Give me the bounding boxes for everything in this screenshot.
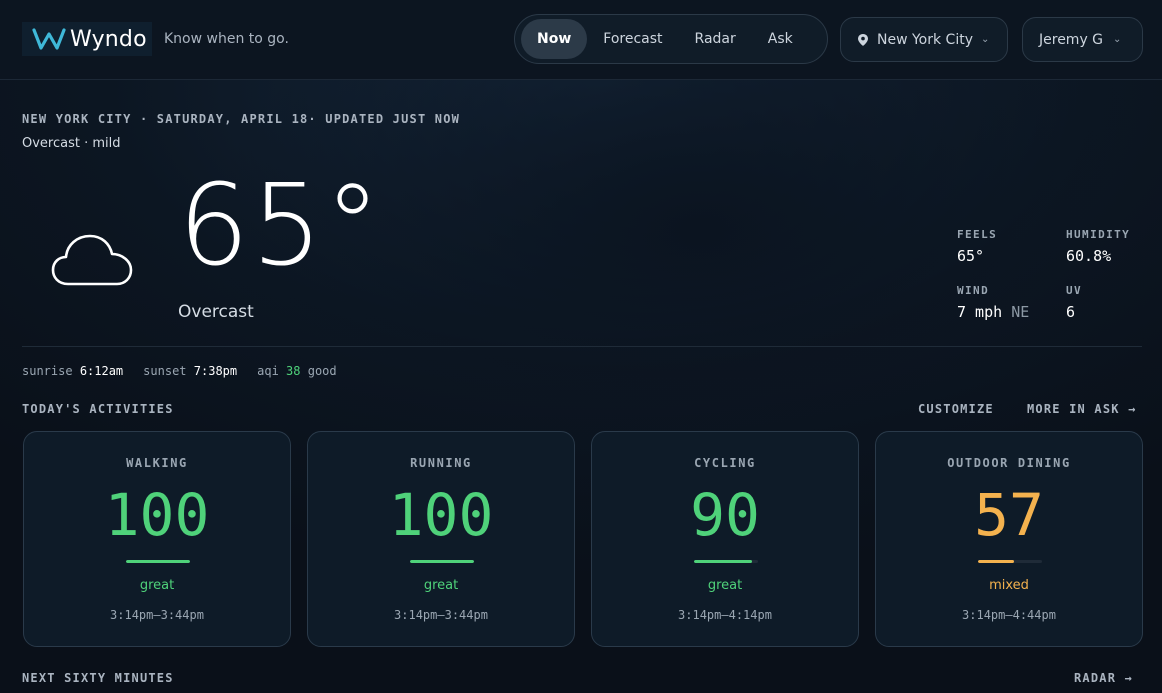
top-bar: Wyndo Know when to go. Now Forecast Rada… — [0, 0, 1162, 80]
stat-humidity: HUMIDITY 60.8% — [1066, 228, 1130, 265]
aqi-description: good — [307, 364, 337, 378]
stat-label: FEELS — [957, 228, 998, 241]
sunset: sunset 7:38pm — [143, 364, 237, 378]
activity-card-running[interactable]: RUNNING 100 great 3:14pm–3:44pm — [307, 431, 575, 647]
activity-verdict: great — [707, 578, 743, 593]
sunset-label: sunset — [143, 364, 187, 378]
activity-verdict: mixed — [989, 578, 1029, 593]
activity-score-bar — [126, 560, 190, 563]
activity-score-bar — [694, 560, 758, 563]
activity-score: 100 — [388, 481, 494, 549]
stat-label: WIND — [957, 284, 990, 297]
activity-score: 100 — [104, 481, 210, 549]
aqi: aqi 38 good — [257, 364, 337, 378]
wyndo-logo-icon — [32, 28, 66, 50]
sun-aqi-line: sunrise 6:12am sunset 7:38pm aqi 38 good — [22, 364, 337, 378]
activity-card-walking[interactable]: WALKING 100 great 3:14pm–3:44pm — [23, 431, 291, 647]
sub-condition: Overcast · mild — [22, 136, 121, 151]
activity-score-fill — [978, 560, 1015, 563]
stat-feels: FEELS 65° — [957, 228, 997, 265]
location-label: New York City — [877, 31, 973, 48]
more-in-ask-link[interactable]: MORE IN ASK → — [1027, 402, 1137, 416]
activity-card-outdoor-dining[interactable]: OUTDOOR DINING 57 mixed 3:14pm–4:44pm — [875, 431, 1143, 647]
next-sixty-minutes-title: NEXT SIXTY MINUTES — [22, 671, 174, 685]
wind-direction: NE — [1011, 303, 1030, 321]
dateline: NEW YORK CITY · SATURDAY, APRIL 18· UPDA… — [22, 112, 461, 126]
aqi-label: aqi — [257, 364, 279, 378]
chevron-down-icon: ⌄ — [1113, 34, 1122, 45]
activity-time-window: 3:14pm–4:44pm — [962, 608, 1056, 622]
sunrise-label: sunrise — [22, 364, 73, 378]
customize-link[interactable]: CUSTOMIZE — [918, 402, 994, 416]
tab-now[interactable]: Now — [521, 19, 588, 59]
stat-uv: UV 6 — [1066, 284, 1082, 321]
chevron-down-icon: ⌄ — [981, 34, 990, 45]
activity-title: WALKING — [126, 456, 188, 470]
activity-score-bar — [978, 560, 1042, 563]
activity-score-fill — [126, 560, 190, 563]
location-selector[interactable]: New York City ⌄ — [840, 17, 1008, 62]
stat-value: 6 — [1066, 303, 1076, 321]
stat-label: HUMIDITY — [1066, 228, 1131, 241]
activity-time-window: 3:14pm–3:44pm — [394, 608, 488, 622]
aqi-value: 38 — [286, 364, 301, 378]
cloud-icon — [51, 234, 133, 286]
activity-time-window: 3:14pm–4:14pm — [678, 608, 772, 622]
stat-label: UV — [1066, 284, 1083, 297]
activity-title: CYCLING — [694, 456, 756, 470]
activity-time-window: 3:14pm–3:44pm — [110, 608, 204, 622]
activity-verdict: great — [139, 578, 175, 593]
activity-score-fill — [694, 560, 752, 563]
main-nav: Now Forecast Radar Ask — [514, 14, 828, 64]
stat-value: 7 mph NE — [957, 303, 1029, 321]
user-menu[interactable]: Jeremy G ⌄ — [1022, 17, 1143, 62]
logo[interactable]: Wyndo — [22, 22, 152, 56]
tab-ask[interactable]: Ask — [752, 19, 809, 59]
stat-wind: WIND 7 mph NE — [957, 284, 1029, 321]
activities-title: TODAY'S ACTIVITIES — [22, 402, 174, 416]
radar-link[interactable]: RADAR → — [1074, 671, 1133, 685]
activity-score: 90 — [690, 481, 760, 549]
sunset-value: 7:38pm — [193, 364, 238, 378]
activity-score-fill — [410, 560, 474, 563]
brand-name: Wyndo — [70, 26, 147, 52]
activity-score-bar — [410, 560, 474, 563]
tagline: Know when to go. — [164, 31, 289, 47]
activity-card-cycling[interactable]: CYCLING 90 great 3:14pm–4:14pm — [591, 431, 859, 647]
activity-score: 57 — [974, 481, 1044, 549]
tab-radar[interactable]: Radar — [679, 19, 752, 59]
current-condition: Overcast — [178, 302, 254, 322]
divider — [22, 346, 1142, 347]
stat-value: 60.8% — [1066, 247, 1112, 265]
wind-speed: 7 mph — [957, 303, 1003, 321]
current-temperature: 65° — [178, 161, 383, 291]
stat-value: 65° — [957, 247, 985, 265]
location-pin-icon — [858, 33, 868, 46]
sunrise: sunrise 6:12am — [22, 364, 123, 378]
activity-title: RUNNING — [410, 456, 472, 470]
tab-forecast[interactable]: Forecast — [587, 19, 678, 59]
user-name: Jeremy G — [1039, 31, 1104, 48]
activity-title: OUTDOOR DINING — [947, 456, 1071, 470]
sunrise-value: 6:12am — [79, 364, 124, 378]
activity-verdict: great — [423, 578, 459, 593]
